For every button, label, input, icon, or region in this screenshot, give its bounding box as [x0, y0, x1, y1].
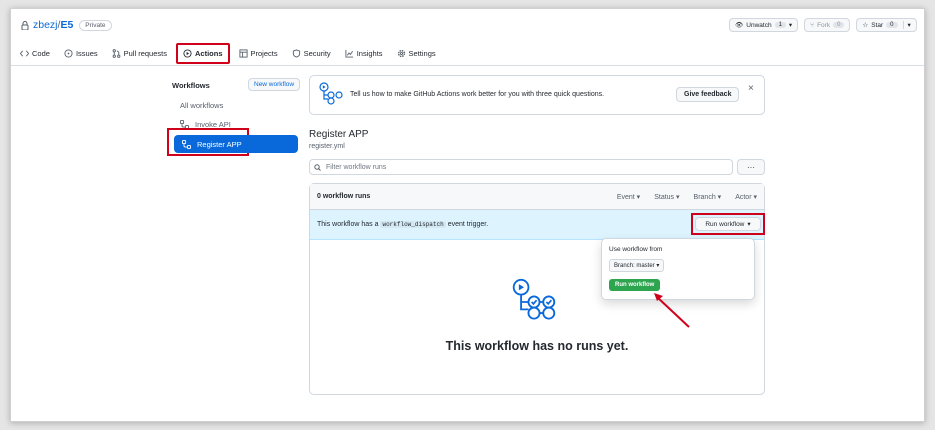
filter-actor[interactable]: Actor ▾ — [735, 193, 757, 201]
workflow-icon — [182, 139, 191, 149]
tab-actions[interactable]: Actions — [175, 43, 230, 64]
tab-security-label: Security — [303, 49, 331, 58]
gear-icon — [397, 49, 406, 58]
tab-projects[interactable]: Projects — [234, 45, 283, 62]
workflow-title: Register APP — [309, 129, 369, 140]
unwatch-button[interactable]: 👁 Unwatch 1 ▾ — [729, 18, 799, 32]
tab-security[interactable]: Security — [287, 45, 336, 62]
fork-icon: ⑂ — [810, 21, 815, 29]
runs-count: 0 workflow runs — [317, 193, 371, 200]
tab-code[interactable]: Code — [15, 45, 55, 62]
repo-lock-icon — [21, 20, 29, 30]
dispatch-text-pre: This workflow has a — [317, 221, 379, 228]
repo-name-link[interactable]: E5 — [60, 19, 73, 31]
close-icon[interactable]: × — [748, 83, 754, 94]
fork-label: Fork — [817, 21, 831, 29]
run-workflow-dropdown-button[interactable]: Run workflow ▾ — [695, 217, 761, 231]
repo-actions: 👁 Unwatch 1 ▾ ⑂ Fork 0 ☆ Star 0 ▾ — [729, 18, 917, 32]
more-options-button[interactable]: ··· — [737, 159, 765, 175]
branch-select[interactable]: Branch: master ▾ — [609, 259, 665, 272]
table-icon — [238, 49, 248, 58]
workflow-file-link[interactable]: register.yml — [309, 143, 345, 150]
tab-code-label: Code — [32, 49, 50, 58]
nav-divider — [11, 65, 924, 66]
sidebar-title: Workflows — [172, 81, 210, 90]
unwatch-count: 1 — [774, 22, 786, 28]
repo-nav: Code Issues Pull requests Actions Projec… — [15, 43, 441, 64]
tab-pull-requests-label: Pull requests — [123, 49, 167, 58]
give-feedback-button[interactable]: Give feedback — [676, 87, 740, 102]
play-icon — [183, 49, 192, 58]
tab-projects-label: Projects — [250, 49, 278, 58]
banner-text: Tell us how to make GitHub Actions work … — [350, 91, 605, 98]
filter-runs-placeholder: Filter workflow runs — [326, 163, 387, 171]
empty-state-message: This workflow has no runs yet. — [445, 339, 629, 353]
dispatch-code: workflow_dispatch — [380, 221, 446, 228]
visibility-badge: Private — [79, 19, 112, 31]
eye-icon: 👁 — [735, 22, 744, 29]
repo-owner-link[interactable]: zbezj — [33, 19, 58, 31]
popup-title: Use workflow from — [609, 246, 663, 253]
annotation-arrow-icon — [654, 293, 690, 328]
workflow-graph-icon — [318, 82, 344, 108]
tab-issues[interactable]: Issues — [59, 45, 103, 62]
chevron-down-icon: ▾ — [788, 22, 793, 29]
dispatch-text-post: event trigger. — [447, 221, 489, 228]
tab-actions-label: Actions — [194, 49, 223, 58]
tab-pull-requests[interactable]: Pull requests — [107, 45, 172, 62]
empty-workflow-icon — [510, 278, 558, 326]
feedback-banner: Tell us how to make GitHub Actions work … — [309, 75, 765, 115]
tab-issues-label: Issues — [75, 49, 98, 58]
shield-icon — [292, 49, 301, 58]
star-label: Star — [871, 21, 884, 29]
star-icon: ☆ — [862, 22, 869, 29]
star-button[interactable]: ☆ Star 0 ▾ — [856, 18, 917, 32]
graph-icon — [345, 49, 354, 58]
runs-header: 0 workflow runs Event ▾ Status ▾ Branch … — [310, 184, 764, 210]
tab-settings[interactable]: Settings — [392, 45, 441, 62]
sidebar-item-register-app[interactable]: Register APP — [174, 135, 298, 153]
fork-count: 0 — [833, 22, 845, 28]
fork-button[interactable]: ⑂ Fork 0 — [804, 18, 851, 32]
chevron-down-icon: ▾ — [747, 221, 751, 228]
unwatch-label: Unwatch — [746, 21, 772, 29]
filter-status[interactable]: Status ▾ — [654, 193, 679, 201]
star-dropdown-icon[interactable]: ▾ — [902, 21, 911, 29]
tab-insights[interactable]: Insights — [340, 45, 388, 62]
search-icon — [314, 164, 321, 171]
repo-header: zbezj / E5 Private — [21, 19, 112, 31]
filter-event[interactable]: Event ▾ — [617, 193, 640, 201]
tab-insights-label: Insights — [356, 49, 383, 58]
run-workflow-label: Run workflow — [705, 220, 745, 228]
run-workflow-highlight: Run workflow ▾ — [691, 213, 765, 235]
tab-settings-label: Settings — [408, 49, 436, 58]
sidebar-item-label: Register APP — [197, 139, 242, 149]
filter-runs-input[interactable]: Filter workflow runs — [309, 159, 733, 175]
new-workflow-button[interactable]: New workflow — [248, 78, 301, 91]
sidebar-item-label: All workflows — [180, 100, 224, 110]
star-count: 0 — [886, 22, 898, 28]
filter-branch[interactable]: Branch ▾ — [694, 193, 722, 201]
pull-request-icon — [112, 49, 121, 58]
sidebar-item-all-workflows[interactable]: All workflows — [172, 96, 299, 114]
browser-window: zbezj / E5 Private 👁 Unwatch 1 ▾ ⑂ Fork … — [10, 8, 925, 422]
issue-icon — [64, 49, 73, 58]
code-icon — [20, 49, 29, 58]
